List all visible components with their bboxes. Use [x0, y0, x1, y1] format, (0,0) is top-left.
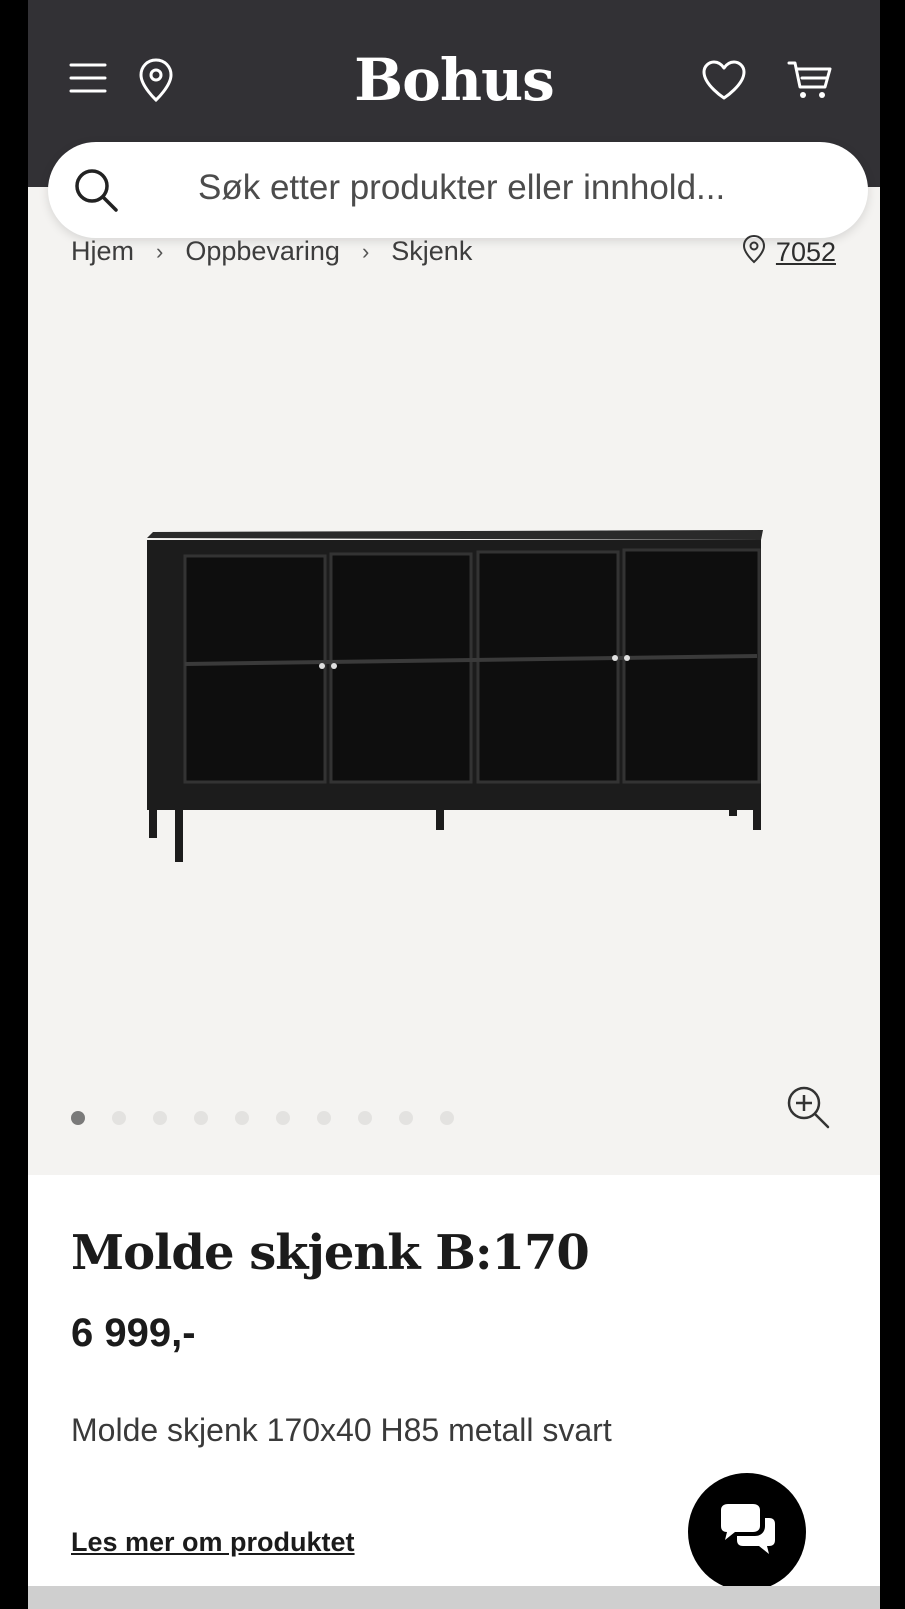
search-input[interactable]: Søk etter produkter eller innhold... — [198, 168, 725, 208]
breadcrumb-skjenk[interactable]: Skjenk — [391, 236, 472, 267]
product-title: Molde skjenk B:170 — [71, 1225, 590, 1281]
search-bar[interactable]: Søk etter produkter eller innhold... — [48, 142, 868, 238]
sideboard-image — [147, 530, 763, 862]
breadcrumb-separator: › — [156, 238, 164, 264]
breadcrumb-oppbevaring[interactable]: Oppbevaring — [185, 236, 340, 267]
gallery-dot[interactable] — [153, 1111, 167, 1125]
gallery-dot[interactable] — [440, 1111, 454, 1125]
gallery-dot[interactable] — [112, 1111, 126, 1125]
gallery-dot[interactable] — [71, 1111, 85, 1125]
chat-bubbles-icon — [715, 1502, 779, 1563]
bohus-logo[interactable]: Bohus — [28, 46, 880, 114]
gallery-dot[interactable] — [358, 1111, 372, 1125]
breadcrumb: Hjem › Oppbevaring › Skjenk — [71, 236, 472, 267]
gallery-dot[interactable] — [235, 1111, 249, 1125]
gallery-dot[interactable] — [399, 1111, 413, 1125]
gallery-dot[interactable] — [276, 1111, 290, 1125]
bottom-bar — [28, 1586, 880, 1609]
chat-button[interactable] — [688, 1473, 806, 1591]
search-icon[interactable] — [72, 166, 120, 214]
gallery-dot[interactable] — [317, 1111, 331, 1125]
store-location-link[interactable]: 7052 — [742, 234, 836, 271]
app-frame: Bohus Søk etter produkter eller innhold.… — [28, 0, 880, 1609]
heart-icon[interactable] — [700, 58, 748, 102]
gallery-dots — [71, 1111, 454, 1125]
zoom-in-icon[interactable] — [786, 1085, 830, 1129]
breadcrumb-home[interactable]: Hjem — [71, 236, 134, 267]
gallery-dot[interactable] — [194, 1111, 208, 1125]
product-image[interactable] — [143, 530, 763, 880]
product-price: 6 999,- — [71, 1311, 196, 1355]
read-more-link[interactable]: Les mer om produktet — [71, 1527, 355, 1558]
cart-icon[interactable] — [786, 58, 834, 102]
product-description: Molde skjenk 170x40 H85 metall svart — [71, 1412, 612, 1448]
location-pin-icon — [742, 234, 766, 271]
postal-code[interactable]: 7052 — [776, 237, 836, 268]
breadcrumb-separator: › — [361, 238, 370, 264]
